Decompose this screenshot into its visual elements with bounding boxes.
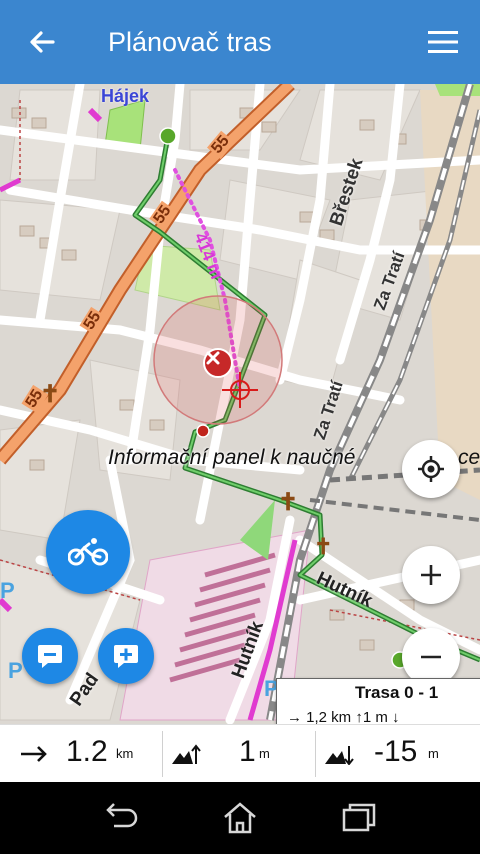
app-bar: Plánovač tras [0, 0, 480, 84]
arrow-right-icon [21, 746, 47, 762]
distance-value: 1.2 [66, 735, 108, 768]
my-location-button[interactable] [402, 440, 460, 498]
bicycle-icon [68, 538, 108, 566]
bike-mode-button[interactable] [46, 510, 130, 594]
remove-comment-button[interactable] [22, 628, 78, 684]
zoom-in-button[interactable] [402, 546, 460, 604]
plus-icon [421, 565, 441, 585]
ascent-stat: 1 m [163, 725, 315, 783]
add-comment-button[interactable] [98, 628, 154, 684]
map-label-info-tail: ce [458, 446, 480, 469]
ascent-unit: m [259, 746, 270, 761]
route-info-card[interactable]: Trasa 0 - 1 → 1,2 km ↑1 m ↓ [276, 678, 480, 726]
parking-icon: P [0, 578, 15, 603]
church-icon: ✝ [278, 489, 299, 516]
church-icon: ✝ [314, 534, 333, 559]
system-nav-bar [0, 782, 480, 854]
descent-unit: m [428, 746, 439, 761]
page-title: Plánovač tras [108, 27, 272, 57]
elevation-down-icon [325, 746, 354, 765]
nav-back-icon[interactable] [100, 800, 140, 836]
nav-home-icon[interactable] [220, 800, 260, 836]
parking-icon: P [8, 658, 23, 683]
comment-plus-icon [114, 645, 138, 668]
distance-stat: 1.2 km [0, 725, 162, 783]
remove-point-icon[interactable] [203, 348, 233, 378]
route-card-title: Trasa 0 - 1 [355, 683, 439, 702]
map-label-info: Informační panel k naučné [108, 446, 356, 470]
gps-target-icon [418, 456, 444, 482]
nav-recents-icon[interactable] [340, 800, 380, 836]
comment-minus-icon [38, 645, 62, 668]
map-view[interactable]: Hájek Břestek Za Tratí Za Tratí Hutník H… [0, 84, 480, 724]
arrow-left-icon[interactable] [26, 26, 58, 58]
hamburger-menu-icon[interactable] [428, 30, 458, 54]
distance-unit: km [116, 746, 134, 761]
map-label-hajek: Hájek [101, 86, 150, 106]
route-stats-bar: 1.2 km 1 m -15 m [0, 724, 480, 783]
descent-value: -15 [374, 735, 418, 768]
descent-stat: -15 m [316, 725, 480, 783]
minus-icon [421, 655, 441, 659]
elevation-up-icon [172, 744, 201, 764]
church-icon: ✝ [40, 381, 61, 408]
ascent-value: 1 [239, 735, 256, 768]
map-label-info-text: Informační panel k naučné [108, 446, 356, 469]
